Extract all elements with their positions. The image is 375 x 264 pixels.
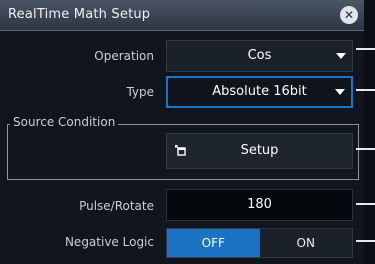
operation-label: Operation	[94, 49, 154, 63]
pulse-rotate-label: Pulse/Rotate	[79, 199, 154, 213]
callout-line	[356, 148, 375, 150]
callout-line	[356, 240, 375, 242]
pulse-rotate-value: 180	[247, 197, 272, 212]
pulse-rotate-input[interactable]: 180	[166, 189, 353, 221]
setup-button[interactable]: Setup	[166, 133, 353, 169]
callout-line	[356, 203, 375, 205]
negative-logic-toggle[interactable]: OFF ON	[166, 228, 353, 258]
type-select[interactable]: Absolute 16bit	[166, 76, 353, 108]
type-label: Type	[126, 85, 154, 99]
negative-logic-off-option[interactable]: OFF	[167, 229, 260, 257]
close-icon[interactable]: ✕	[340, 6, 358, 24]
dialog-titlebar: RealTime Math Setup ✕	[0, 0, 364, 31]
type-value: Absolute 16bit	[212, 84, 307, 99]
setup-button-label: Setup	[240, 143, 279, 158]
chevron-down-icon	[335, 89, 345, 95]
callout-line	[356, 48, 375, 50]
dialog-title: RealTime Math Setup	[8, 7, 151, 22]
callout-line	[356, 89, 375, 91]
realtime-math-setup-dialog: RealTime Math Setup ✕ Operation Cos Type…	[0, 0, 364, 264]
chevron-down-icon	[336, 53, 346, 59]
negative-logic-on-option[interactable]: ON	[260, 229, 353, 257]
negative-logic-label: Negative Logic	[64, 235, 154, 249]
operation-value: Cos	[247, 48, 272, 63]
operation-select[interactable]: Cos	[166, 40, 353, 72]
source-condition-label: Source Condition	[10, 115, 119, 129]
